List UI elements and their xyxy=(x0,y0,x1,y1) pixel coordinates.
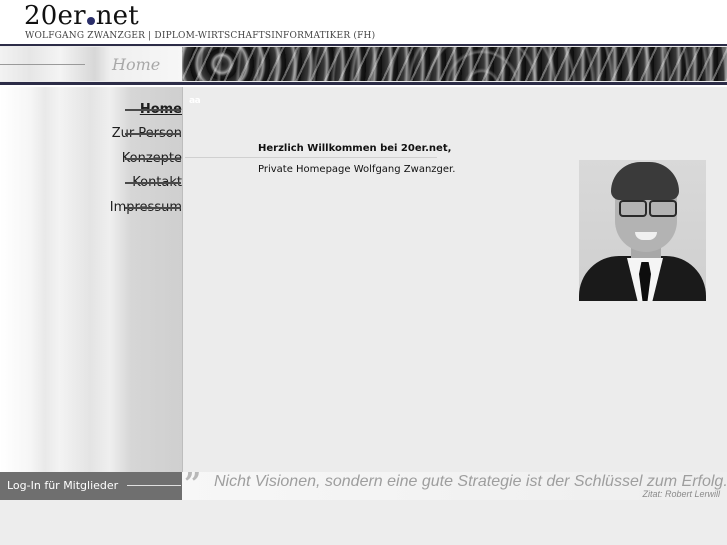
welcome-divider xyxy=(185,157,437,158)
login-line xyxy=(127,485,181,486)
welcome-text: Private Homepage Wolfgang Zwanzger. xyxy=(258,164,456,175)
logo-text-right: net xyxy=(95,1,139,31)
login-link[interactable]: Log-In für Mitglieder xyxy=(7,479,118,492)
nav-line-home xyxy=(125,109,181,111)
photo-glasses-left xyxy=(619,200,647,217)
photo-glasses-right xyxy=(649,200,677,217)
nav-line-impressum xyxy=(125,207,181,209)
nav-line-zur-person xyxy=(125,133,181,135)
nav-line-konzepte xyxy=(125,158,181,160)
quote-author: Zitat: Robert Lerwill xyxy=(642,489,720,499)
nav-line-kontakt xyxy=(125,182,181,184)
sidebar xyxy=(0,87,182,472)
banner-image xyxy=(182,47,727,81)
page-title: Home xyxy=(112,55,161,74)
logo-dot-icon xyxy=(86,17,95,25)
logo-text-left: 20er xyxy=(24,1,86,31)
portrait-photo xyxy=(579,160,706,301)
site-header: 20er net WOLFGANG ZWANZGER | DIPLOM-WIRTS… xyxy=(0,0,727,44)
welcome-heading: Herzlich Willkommen bei 20er.net, xyxy=(258,143,452,154)
banner-line xyxy=(0,64,85,65)
content-marker: aa xyxy=(189,96,201,106)
quote-mark-icon: ” xyxy=(184,467,201,502)
header-divider xyxy=(0,44,727,46)
site-subtitle: WOLFGANG ZWANZGER | DIPLOM-WIRTSCHAFTSIN… xyxy=(25,31,376,41)
page-bottom xyxy=(0,500,727,545)
site-logo[interactable]: 20er net xyxy=(24,1,139,31)
photo-hair xyxy=(611,162,679,200)
